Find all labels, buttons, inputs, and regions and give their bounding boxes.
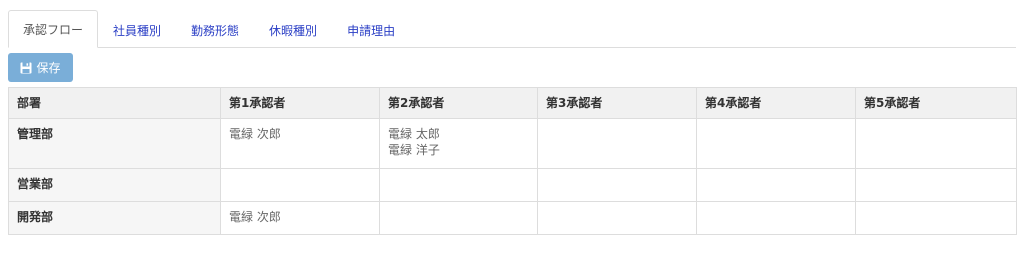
header-approver-3: 第3承認者 [537, 87, 697, 119]
tab-work-style[interactable]: 勤務形態 [176, 12, 254, 48]
header-department: 部署 [8, 87, 221, 119]
approver-cell[interactable] [855, 168, 1017, 202]
department-cell: 開発部 [8, 201, 221, 235]
header-approver-5: 第5承認者 [855, 87, 1017, 119]
approver-cell[interactable] [537, 201, 697, 235]
approver-cell[interactable]: 電緑 次郎 [220, 201, 380, 235]
tab-request-reason[interactable]: 申請理由 [332, 12, 410, 48]
approver-cell[interactable] [696, 168, 856, 202]
approval-flow-table: 部署 第1承認者 第2承認者 第3承認者 第4承認者 第5承認者 管理部 電緑 … [8, 87, 1017, 235]
approver-name: 電緑 次郎 [229, 127, 281, 141]
approver-cell[interactable] [855, 118, 1017, 169]
header-approver-2: 第2承認者 [379, 87, 538, 119]
approver-cell[interactable] [855, 201, 1017, 235]
approver-cell[interactable] [379, 201, 538, 235]
approver-cell[interactable] [220, 168, 380, 202]
approver-cell[interactable] [696, 201, 856, 235]
save-button-label: 保存 [36, 61, 61, 75]
tab-bar: 承認フロー 社員種別 勤務形態 休暇種別 申請理由 [8, 10, 1016, 48]
department-cell: 営業部 [8, 168, 221, 202]
table-row: 開発部 電緑 次郎 [8, 201, 1017, 235]
approver-cell[interactable] [379, 168, 538, 202]
tab-leave-type[interactable]: 休暇種別 [254, 12, 332, 48]
approver-cell[interactable] [696, 118, 856, 169]
approver-name: 電緑 洋子 [388, 143, 440, 157]
tab-employee-type[interactable]: 社員種別 [98, 12, 176, 48]
approver-name: 電緑 次郎 [229, 210, 281, 224]
approver-cell[interactable] [537, 168, 697, 202]
tab-approval-flow[interactable]: 承認フロー [8, 10, 99, 48]
header-approver-1: 第1承認者 [220, 87, 380, 119]
header-approver-4: 第4承認者 [696, 87, 856, 119]
approver-name: 電緑 太郎 [388, 127, 440, 141]
table-row: 管理部 電緑 次郎 電緑 太郎 電緑 洋子 [8, 118, 1017, 169]
approver-cell[interactable]: 電緑 次郎 [220, 118, 380, 169]
approver-cell[interactable] [537, 118, 697, 169]
approver-cell[interactable]: 電緑 太郎 電緑 洋子 [379, 118, 538, 169]
table-header-row: 部署 第1承認者 第2承認者 第3承認者 第4承認者 第5承認者 [8, 87, 1017, 119]
save-button[interactable]: 保存 [8, 53, 73, 82]
table-row: 営業部 [8, 168, 1017, 202]
floppy-disk-icon [20, 62, 32, 74]
department-cell: 管理部 [8, 118, 221, 169]
